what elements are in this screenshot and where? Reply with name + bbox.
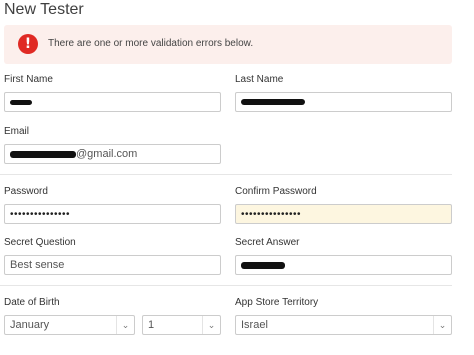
- redacted-mark: [10, 150, 76, 158]
- section-divider: [0, 174, 452, 175]
- chevron-down-icon: ⌄: [116, 316, 134, 334]
- app-store-territory-label: App Store Territory: [235, 297, 319, 308]
- last-name-label: Last Name: [235, 74, 284, 85]
- section-divider: [0, 285, 452, 286]
- birth-month-value: January: [10, 319, 50, 331]
- confirm-password-input[interactable]: •••••••••••••••: [235, 204, 452, 224]
- confirm-password-label: Confirm Password: [235, 186, 317, 197]
- birth-day-select[interactable]: 1 ⌄: [142, 315, 221, 335]
- chevron-down-icon: ⌄: [433, 316, 451, 334]
- password-label: Password: [4, 186, 48, 197]
- birth-month-select[interactable]: January ⌄: [4, 315, 135, 335]
- birth-day-value: 1: [148, 319, 155, 331]
- alert-message: There are one or more validation errors …: [48, 38, 254, 49]
- redacted-mark: [10, 99, 32, 105]
- password-input[interactable]: •••••••••••••••: [4, 204, 221, 224]
- email-input[interactable]: @gmail.com: [4, 144, 221, 164]
- error-icon: !: [18, 34, 38, 54]
- confirm-password-value: •••••••••••••••: [241, 209, 302, 220]
- redacted-mark: [241, 261, 285, 269]
- redacted-mark: [241, 99, 305, 106]
- email-domain: @gmail.com: [76, 148, 138, 160]
- email-label: Email: [4, 126, 30, 137]
- new-tester-form-page: New Tester ! There are one or more valid…: [0, 0, 474, 355]
- validation-error-alert: ! There are one or more validation error…: [4, 25, 452, 64]
- date-of-birth-label: Date of Birth: [4, 297, 60, 308]
- first-name-input[interactable]: [4, 92, 221, 112]
- app-store-territory-select[interactable]: Israel ⌄: [235, 315, 452, 335]
- last-name-input[interactable]: [235, 92, 452, 112]
- territory-value: Israel: [241, 319, 268, 331]
- page-title: New Tester: [4, 1, 84, 18]
- password-value: •••••••••••••••: [10, 209, 71, 220]
- secret-question-input[interactable]: Best sense: [4, 255, 221, 275]
- secret-answer-label: Secret Answer: [235, 237, 300, 248]
- first-name-label: First Name: [4, 74, 53, 85]
- secret-answer-input[interactable]: [235, 255, 452, 275]
- secret-question-value: Best sense: [10, 259, 65, 271]
- secret-question-label: Secret Question: [4, 237, 76, 248]
- chevron-down-icon: ⌄: [202, 316, 220, 334]
